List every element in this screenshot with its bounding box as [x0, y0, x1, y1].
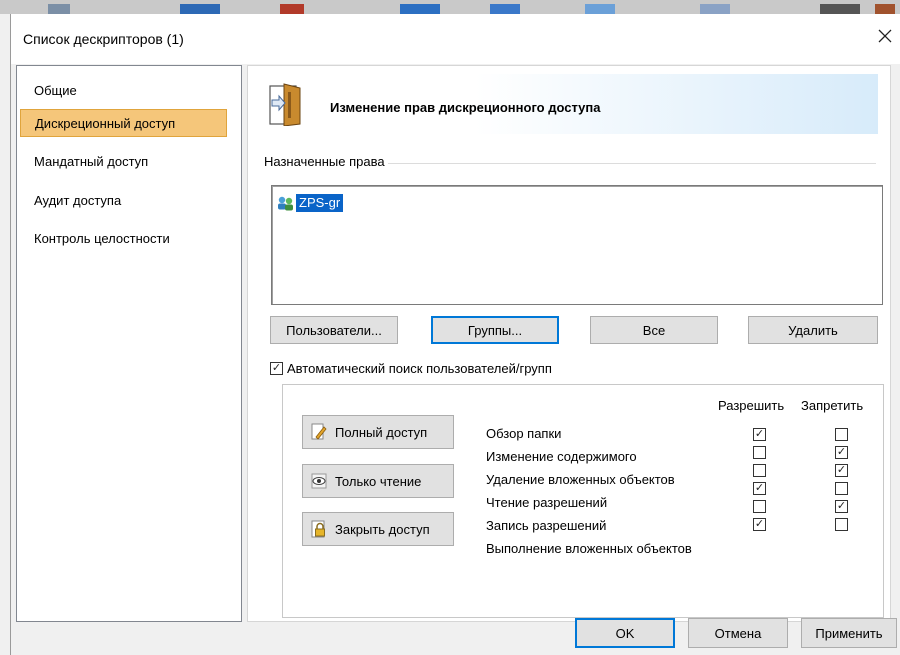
- lock-icon: [311, 520, 325, 538]
- users-button[interactable]: Пользователи...: [270, 316, 398, 344]
- perm-label-browse-folder: Обзор папки: [486, 426, 562, 441]
- groups-button[interactable]: Группы...: [431, 316, 559, 344]
- cancel-button[interactable]: Отмена: [688, 618, 788, 648]
- deny-checkbox-delete-children[interactable]: ✓: [835, 464, 848, 477]
- discretionary-access-panel: Изменение прав дискреционного доступа На…: [247, 65, 891, 622]
- eye-icon: [311, 473, 327, 489]
- window-title: Список дескрипторов (1): [23, 31, 184, 47]
- deny-checkbox-browse-folder[interactable]: [835, 428, 848, 441]
- allow-checkbox-execute-children[interactable]: ✓: [753, 518, 766, 531]
- allow-checkbox-read-permissions[interactable]: ✓: [753, 482, 766, 495]
- perm-label-delete-children: Удаление вложенных объектов: [486, 472, 675, 487]
- panel-heading: Изменение прав дискреционного доступа: [330, 100, 601, 115]
- sidebar-item-discretionary-access[interactable]: Дискреционный доступ: [20, 109, 227, 137]
- title-bar: Список дескрипторов (1): [11, 14, 900, 64]
- edit-icon: [311, 423, 327, 440]
- perm-label-execute-children: Выполнение вложенных объектов: [486, 541, 692, 556]
- perm-label-write-permissions: Запись разрешений: [486, 518, 607, 533]
- group-icon: [278, 196, 293, 210]
- deny-column-header: Запретить: [801, 398, 864, 413]
- full-access-label: Полный доступ: [335, 424, 428, 440]
- assigned-rights-label: Назначенные права: [264, 154, 388, 169]
- close-icon: [878, 29, 892, 43]
- perm-label-modify-content: Изменение содержимого: [486, 449, 637, 464]
- auto-search-checkbox[interactable]: ✓: [270, 362, 283, 375]
- close-button[interactable]: [873, 24, 897, 48]
- door-icon: [269, 83, 301, 126]
- descriptor-list-dialog: Список дескрипторов (1) Общие Дискрецион…: [10, 14, 900, 655]
- ok-button[interactable]: OK: [575, 618, 675, 648]
- panel-banner: Изменение прав дискреционного доступа: [258, 74, 878, 134]
- deny-checkbox-read-permissions[interactable]: [835, 482, 848, 495]
- delete-button[interactable]: Удалить: [748, 316, 878, 344]
- deny-checkbox-modify-content[interactable]: ✓: [835, 446, 848, 459]
- permissions-box: Разрешить Запретить Полный доступ Только…: [282, 384, 884, 618]
- background-window-strip: [0, 0, 900, 14]
- sidebar-item-mandatory-access[interactable]: Мандатный доступ: [20, 148, 220, 176]
- allow-checkbox-delete-children[interactable]: [753, 464, 766, 477]
- allow-column-header: Разрешить: [718, 398, 785, 413]
- close-access-label: Закрыть доступ: [335, 521, 430, 537]
- allow-checkbox-browse-folder[interactable]: ✓: [753, 428, 766, 441]
- full-access-button[interactable]: Полный доступ: [302, 415, 454, 449]
- auto-search-option[interactable]: ✓ Автоматический поиск пользователей/гру…: [270, 361, 552, 376]
- list-item[interactable]: ZPS-gr: [276, 194, 344, 212]
- deny-checkbox-write-permissions[interactable]: ✓: [835, 500, 848, 513]
- allow-checkbox-write-permissions[interactable]: [753, 500, 766, 513]
- sidebar-item-integrity-control[interactable]: Контроль целостности: [20, 225, 220, 253]
- sidebar-nav: Общие Дискреционный доступ Мандатный дос…: [16, 65, 242, 622]
- read-only-label: Только чтение: [335, 473, 422, 489]
- list-item-label: ZPS-gr: [296, 194, 344, 212]
- apply-button[interactable]: Применить: [801, 618, 897, 648]
- read-only-button[interactable]: Только чтение: [302, 464, 454, 498]
- perm-label-read-permissions: Чтение разрешений: [486, 495, 608, 510]
- sidebar-item-general[interactable]: Общие: [20, 77, 220, 105]
- auto-search-label: Автоматический поиск пользователей/групп: [287, 361, 552, 376]
- sidebar-item-access-audit[interactable]: Аудит доступа: [20, 187, 220, 215]
- deny-checkbox-execute-children[interactable]: [835, 518, 848, 531]
- close-access-button[interactable]: Закрыть доступ: [302, 512, 454, 546]
- all-button[interactable]: Все: [590, 316, 718, 344]
- assigned-rights-list[interactable]: ZPS-gr: [271, 185, 883, 305]
- allow-checkbox-modify-content[interactable]: [753, 446, 766, 459]
